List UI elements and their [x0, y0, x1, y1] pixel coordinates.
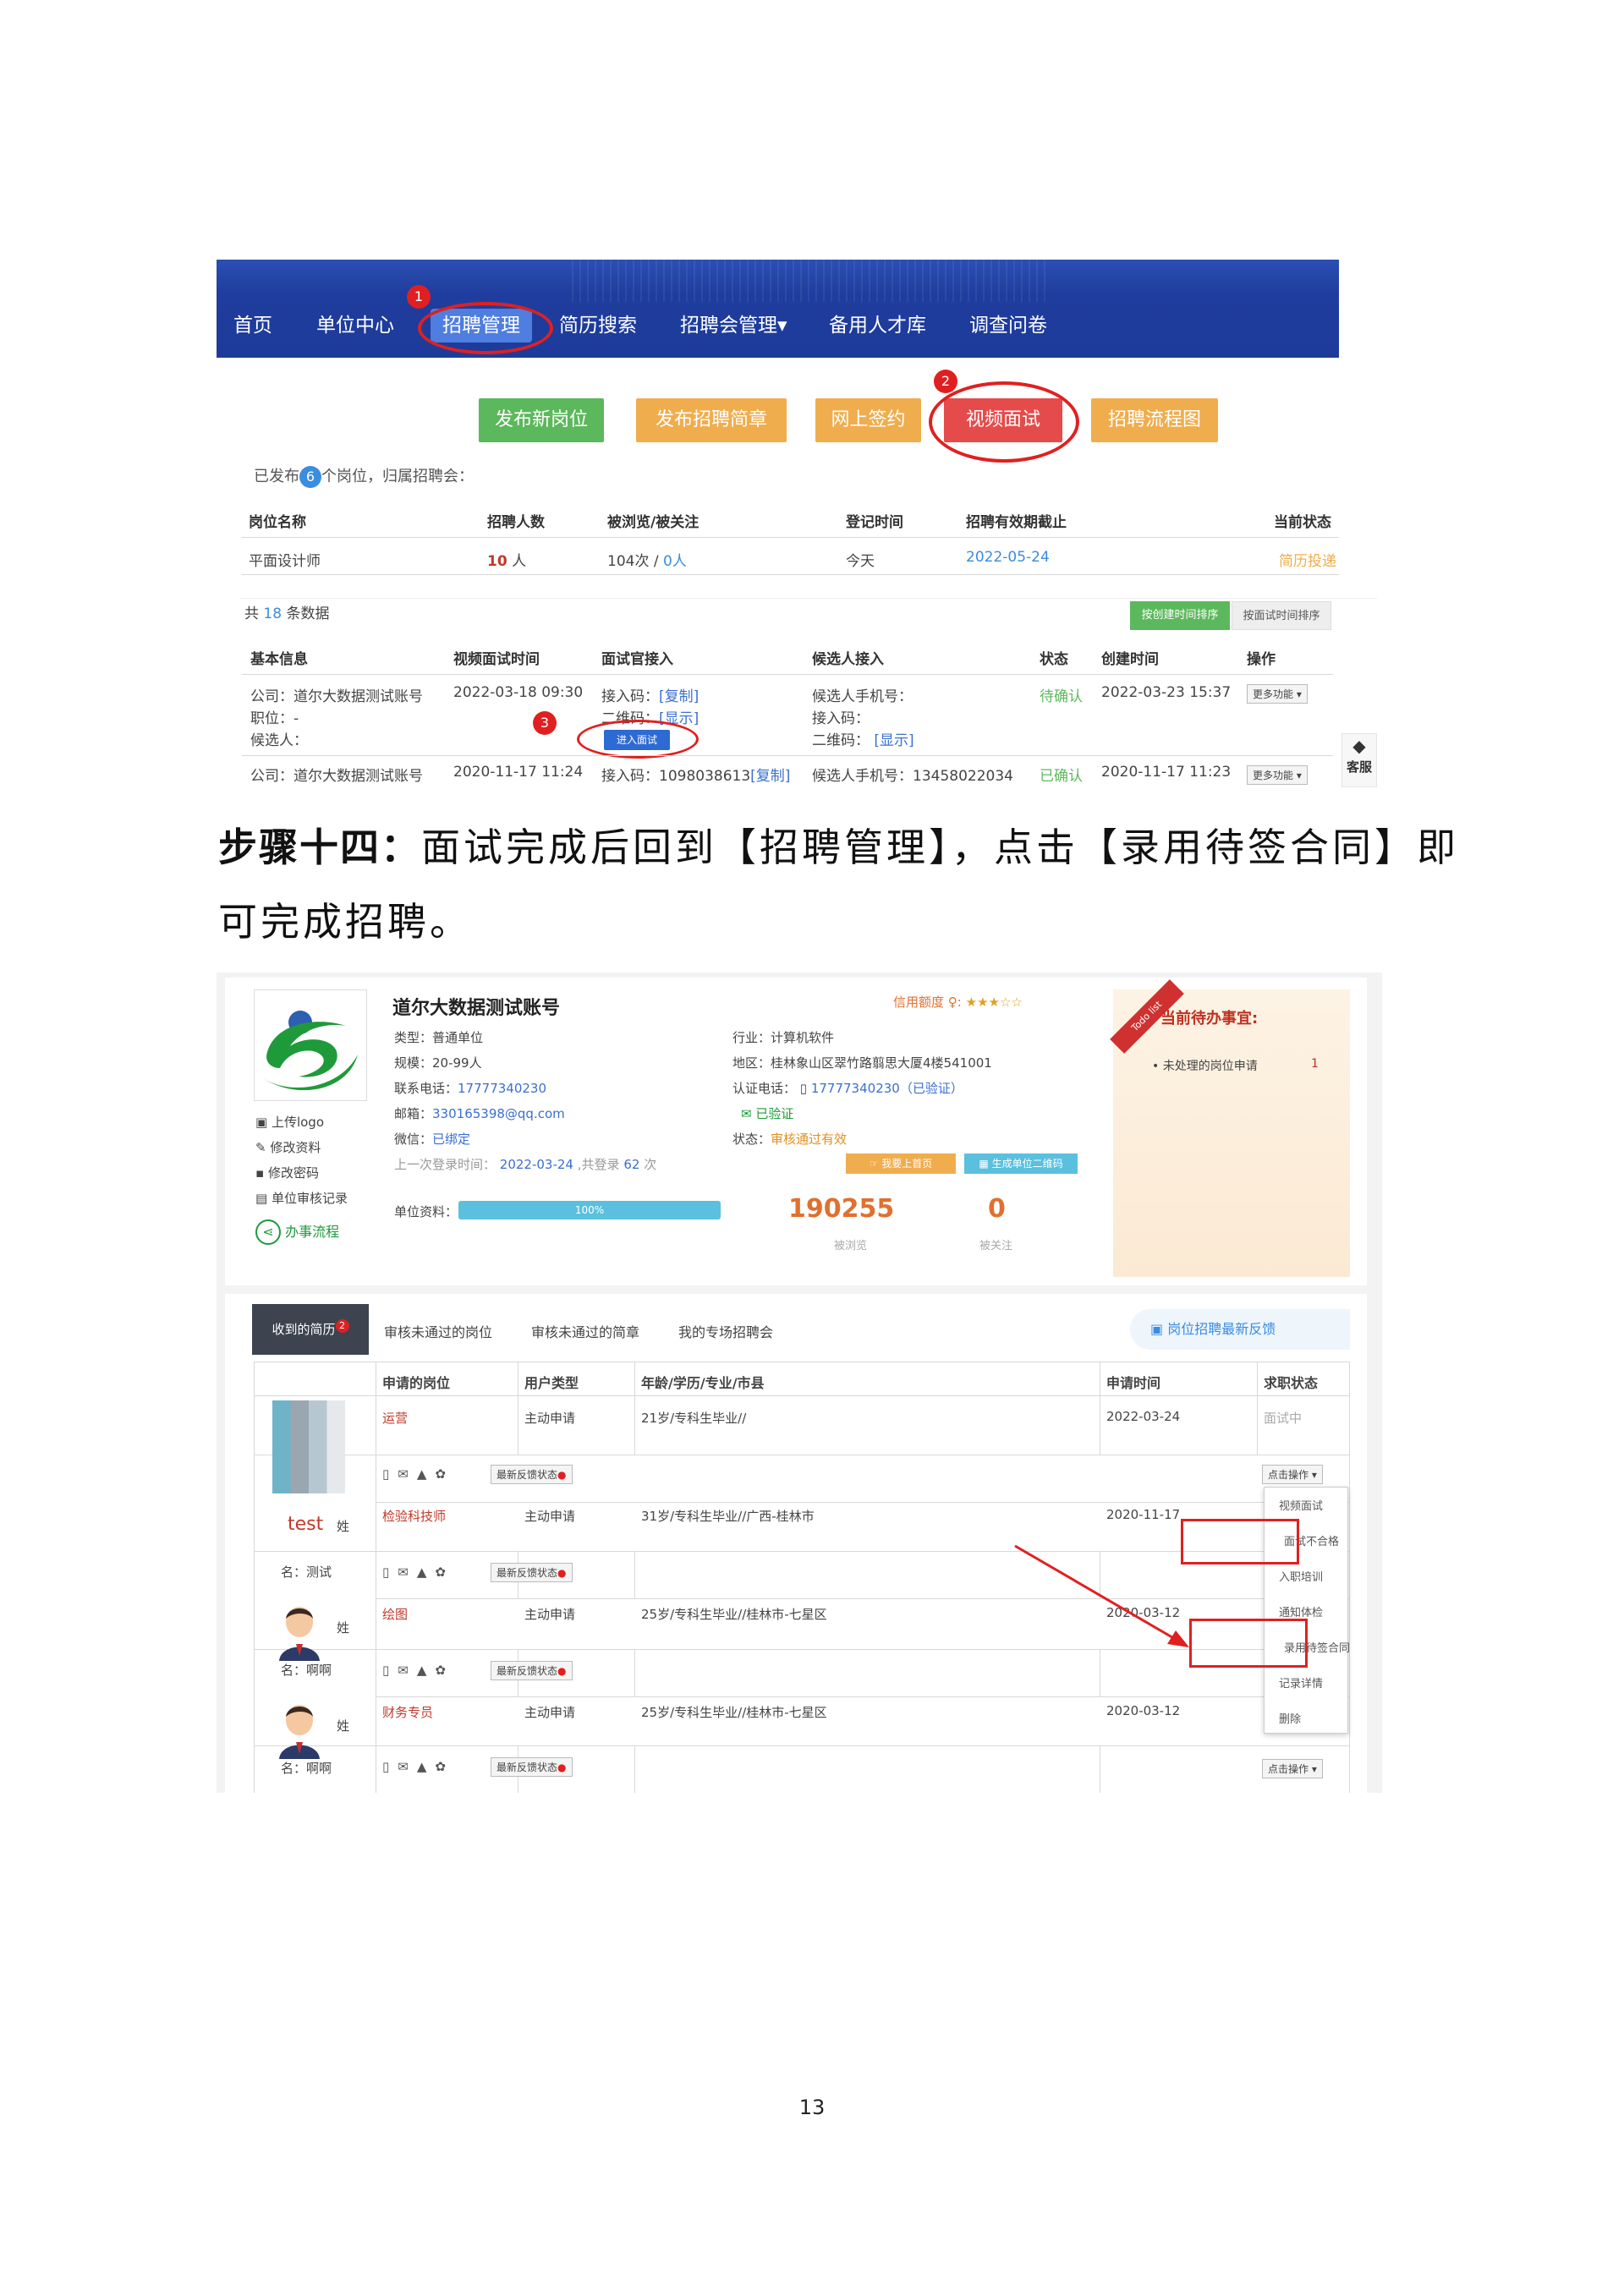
- row1-code: 接入码：[复制]: [601, 688, 700, 705]
- nav-unit-center[interactable]: 单位中心: [316, 309, 394, 342]
- customer-service-widget[interactable]: ◆ 客服: [1341, 733, 1377, 787]
- cand-show-qr-link[interactable]: [显示]: [874, 732, 914, 749]
- top-nav-bar: 首页 单位中心 招聘管理 简历搜索 招聘会管理▾ 备用人才库 调查问卷: [217, 260, 1339, 358]
- page-number: 13: [798, 2096, 826, 2119]
- divider: [242, 674, 1333, 675]
- nav-job-fair-management[interactable]: 招聘会管理▾: [680, 309, 787, 342]
- screenshot-unit-center: ▣ 上传logo ✎ 修改资料 ▪ 修改密码 ▤ 单位审核记录 ⋖ 办事流程 道…: [217, 973, 1382, 1793]
- col-status: 当前状态: [1274, 514, 1331, 531]
- publish-job-button[interactable]: 发布新岗位: [479, 398, 604, 442]
- row2-company: 公司：道尔大数据测试账号: [250, 768, 423, 785]
- row1-company: 公司：道尔大数据测试账号: [250, 688, 423, 705]
- col-interview-time: 视频面试时间: [453, 651, 540, 668]
- row2-code: 接入码：1098038613[复制]: [601, 768, 791, 785]
- step-label: 步骤十四：: [218, 825, 421, 870]
- col-candidate-access: 候选人接入: [812, 651, 884, 668]
- arrow-annotation: [1014, 1544, 1189, 1647]
- row1-candidate: 候选人：: [250, 732, 308, 749]
- col-views: 被浏览/被关注: [607, 514, 700, 531]
- job-valid-until: 2022-05-24: [966, 549, 1050, 566]
- col-basic-info: 基本信息: [250, 651, 308, 668]
- sort-by-created-button[interactable]: 按创建时间排序: [1130, 601, 1230, 630]
- col-register-time: 登记时间: [846, 514, 903, 531]
- publish-brochure-button[interactable]: 发布招聘简章: [636, 398, 787, 442]
- job-register-time: 今天: [846, 553, 875, 570]
- row2-cand-phone: 候选人手机号：13458022034: [812, 768, 1013, 785]
- step-marker-2: 2: [934, 370, 957, 393]
- headset-icon: ◆: [1352, 736, 1366, 756]
- row1-created: 2022-03-23 15:37: [1101, 684, 1232, 701]
- nav-decoration: [572, 260, 1045, 302]
- row2-status: 已确认: [1040, 768, 1083, 785]
- step-marker-3: 3: [533, 711, 557, 735]
- online-signing-button[interactable]: 网上签约: [815, 398, 921, 442]
- job-status-link[interactable]: 简历投递: [1279, 549, 1336, 570]
- row2-created: 2020-11-17 11:23: [1101, 764, 1232, 781]
- nav-survey[interactable]: 调查问卷: [969, 309, 1047, 342]
- job-name[interactable]: 平面设计师: [249, 549, 321, 570]
- row1-more-button[interactable]: 更多功能 ▾: [1247, 684, 1308, 704]
- sort-by-interview-button[interactable]: 按面试时间排序: [1232, 601, 1331, 630]
- divider: [242, 755, 1333, 756]
- highlight-ellipse-2: [929, 381, 1079, 463]
- customer-service-label: 客服: [1346, 759, 1372, 775]
- row1-position: 职位：-: [250, 710, 299, 727]
- row1-cand-phone: 候选人手机号：: [812, 688, 913, 705]
- row1-cand-qr: 二维码： [显示]: [812, 732, 914, 749]
- total-count: 共 18 条数据: [244, 606, 330, 622]
- highlight-ellipse-1: [418, 302, 553, 354]
- row2-more-button[interactable]: 更多功能 ▾: [1247, 765, 1308, 785]
- col-interviewer-access: 面试官接入: [601, 651, 673, 668]
- nav-home[interactable]: 首页: [233, 309, 272, 342]
- screenshot-recruitment-management: 首页 单位中心 招聘管理 简历搜索 招聘会管理▾ 备用人才库 调查问卷 1 发布…: [217, 260, 1377, 794]
- row2-copy-link[interactable]: [复制]: [750, 768, 790, 785]
- nav-talent-pool[interactable]: 备用人才库: [829, 309, 926, 342]
- published-summary: 已发布 6 个岗位，归属招聘会：: [254, 464, 474, 488]
- step-marker-1: 1: [407, 285, 431, 309]
- col-created-time: 创建时间: [1101, 651, 1159, 668]
- divider: [242, 537, 1339, 538]
- copy-link[interactable]: [复制]: [659, 688, 699, 705]
- job-headcount: 10 人: [487, 553, 527, 570]
- col-status: 状态: [1040, 651, 1068, 668]
- highlight-ellipse-3: [577, 720, 699, 759]
- row1-cand-code: 接入码：: [812, 710, 870, 727]
- step-caption: 步骤十四：面试完成后回到【招聘管理】，点击【录用待签合同】即可完成招聘。: [218, 810, 1487, 959]
- col-actions: 操作: [1247, 651, 1276, 668]
- col-valid-until: 招聘有效期截止: [966, 514, 1067, 531]
- nav-resume-search[interactable]: 简历搜索: [559, 309, 637, 342]
- row1-time: 2022-03-18 09:30: [453, 684, 584, 701]
- col-headcount: 招聘人数: [487, 514, 545, 531]
- recruitment-flowchart-button[interactable]: 招聘流程图: [1091, 398, 1218, 442]
- published-count-badge: 6: [299, 466, 321, 488]
- job-views: 104次 / 0人: [607, 553, 687, 570]
- row1-status: 待确认: [1040, 688, 1083, 705]
- col-job-name: 岗位名称: [249, 514, 306, 531]
- row2-time: 2020-11-17 11:24: [453, 764, 584, 781]
- divider: [242, 574, 1339, 575]
